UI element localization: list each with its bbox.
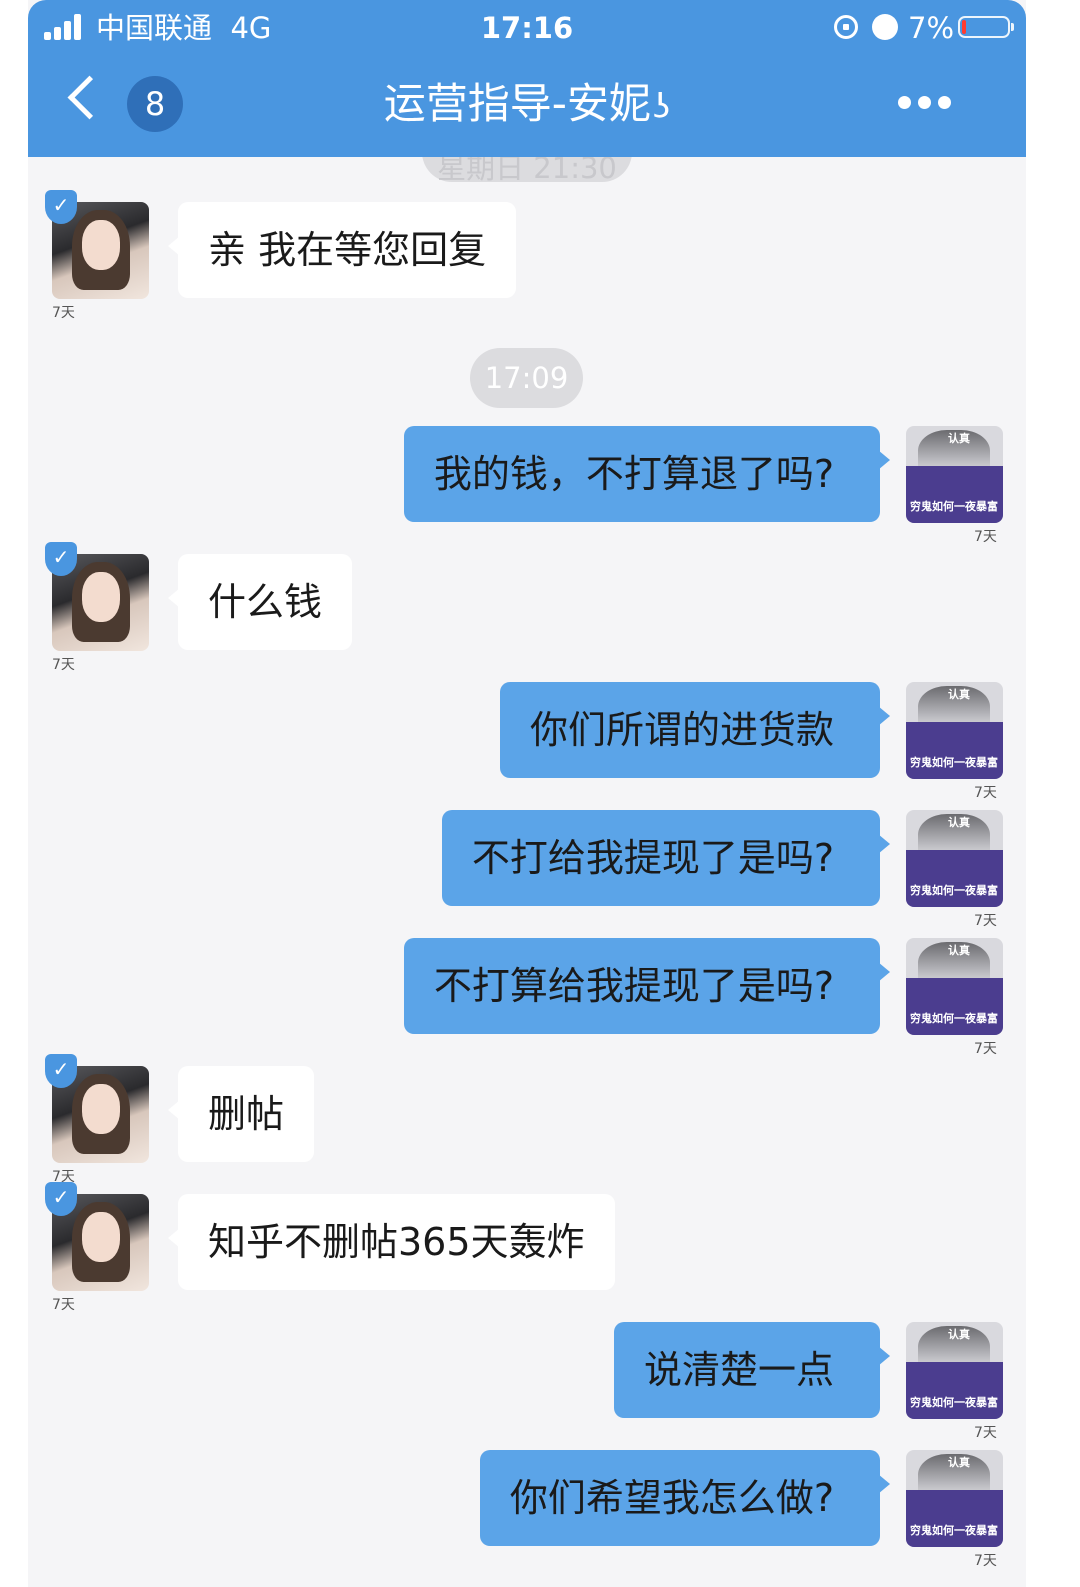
chat-title: 运营指导-安妮ʖ bbox=[383, 79, 671, 128]
message-bubble-outgoing[interactable]: 你们所谓的进货款 bbox=[499, 682, 891, 778]
message-bubble-incoming[interactable]: 删帖 bbox=[167, 1066, 315, 1162]
self-avatar[interactable]: 认真 穷鬼如何一夜暴富 bbox=[906, 1322, 1003, 1419]
battery-percent: 7% bbox=[908, 11, 955, 45]
self-avatar[interactable]: 认真 穷鬼如何一夜暴富 bbox=[906, 682, 1003, 779]
self-tag: 7天 bbox=[974, 1553, 997, 1569]
self-avatar[interactable]: 认真 穷鬼如何一夜暴富 bbox=[906, 1450, 1003, 1547]
ear-icon[interactable]: ʖ bbox=[653, 87, 670, 127]
verified-shield-icon: ✓ bbox=[45, 542, 77, 576]
message-bubble-outgoing[interactable]: 你们希望我怎么做? bbox=[479, 1450, 891, 1546]
rotation-lock-icon bbox=[834, 15, 858, 39]
verified-shield-icon: ✓ bbox=[45, 1054, 77, 1088]
contact-tag: 7天 bbox=[52, 1297, 75, 1313]
alarm-icon bbox=[872, 14, 898, 40]
self-avatar[interactable]: 认真 穷鬼如何一夜暴富 bbox=[906, 810, 1003, 907]
self-avatar[interactable]: 认真 穷鬼如何一夜暴富 bbox=[906, 426, 1003, 523]
self-avatar[interactable]: 认真 穷鬼如何一夜暴富 bbox=[906, 938, 1003, 1035]
self-tag: 7天 bbox=[974, 529, 997, 545]
chat-screen: 中国联通 4G 17:16 7% 8 运营指导-安妮ʖ 星期日 21:30 ✓ … bbox=[28, 0, 1026, 1587]
contact-tag: 7天 bbox=[52, 305, 75, 321]
self-tag: 7天 bbox=[974, 913, 997, 929]
message-bubble-outgoing[interactable]: 说清楚一点 bbox=[613, 1322, 891, 1418]
navigation-bar: 中国联通 4G 17:16 7% 8 运营指导-安妮ʖ bbox=[28, 0, 1026, 157]
battery-icon bbox=[958, 16, 1014, 38]
message-bubble-incoming[interactable]: 什么钱 bbox=[167, 554, 353, 650]
message-bubble-outgoing[interactable]: 我的钱，不打算退了吗? bbox=[403, 426, 891, 522]
contact-tag: 7天 bbox=[52, 657, 75, 673]
message-bubble-incoming[interactable]: 知乎不删帖365天轰炸 bbox=[168, 1194, 615, 1290]
message-bubble-outgoing[interactable]: 不打给我提现了是吗? bbox=[441, 810, 891, 906]
self-tag: 7天 bbox=[974, 1425, 997, 1441]
message-bubble-incoming[interactable]: 亲 我在等您回复 bbox=[167, 202, 517, 298]
message-bubble-outgoing[interactable]: 不打算给我提现了是吗? bbox=[403, 938, 891, 1034]
more-dots-icon[interactable] bbox=[898, 96, 952, 110]
self-tag: 7天 bbox=[974, 1041, 997, 1057]
verified-shield-icon: ✓ bbox=[45, 190, 77, 224]
timestamp: 17:09 bbox=[470, 348, 583, 408]
verified-shield-icon: ✓ bbox=[45, 1182, 77, 1216]
self-tag: 7天 bbox=[974, 785, 997, 801]
